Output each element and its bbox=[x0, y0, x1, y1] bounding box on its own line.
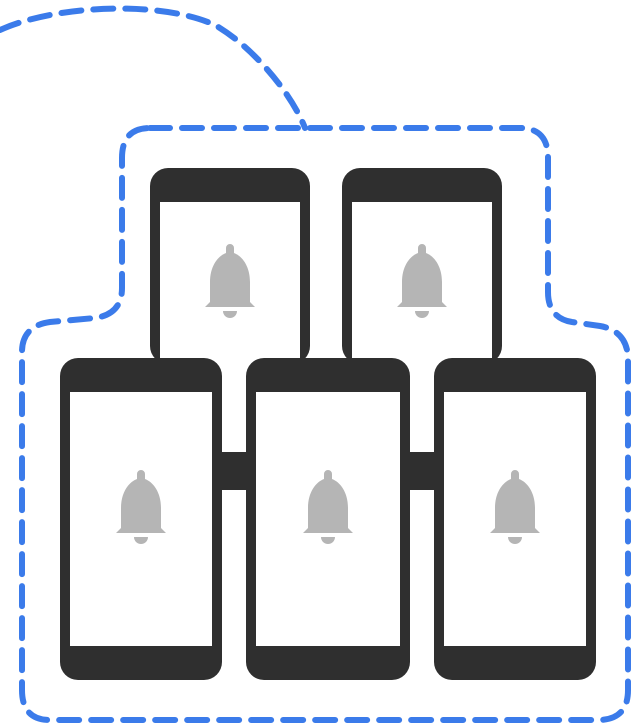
diagram-canvas bbox=[0, 0, 640, 726]
phone-top-right bbox=[342, 168, 502, 364]
phone-top-left bbox=[150, 168, 310, 364]
phone-bottom-center bbox=[246, 358, 410, 680]
phone-bottom-left bbox=[60, 358, 222, 680]
dashed-connection-curve bbox=[0, 5, 308, 131]
phone-bottom-right bbox=[434, 358, 596, 680]
device-group-diagram bbox=[0, 5, 631, 723]
